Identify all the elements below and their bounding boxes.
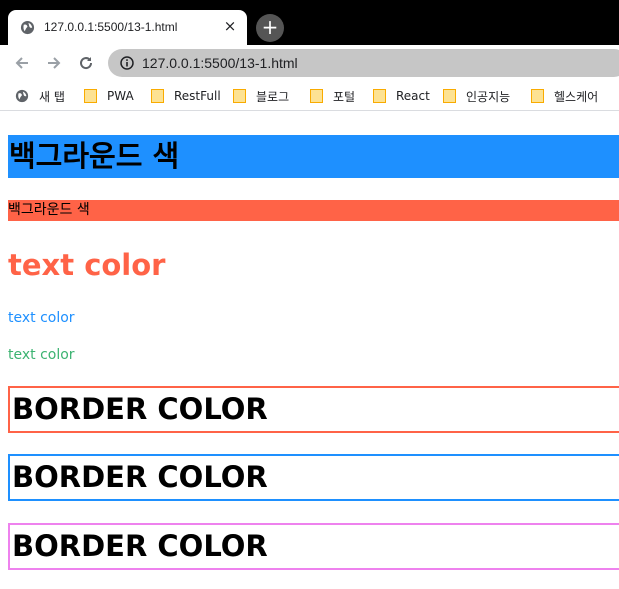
tab-title: 127.0.0.1:5500/13-1.html [44, 20, 178, 34]
bookmark-label: 블로그 [256, 89, 290, 104]
address-bar[interactable]: 127.0.0.1:5500/13-1.html [108, 49, 619, 77]
arrow-right-icon [48, 57, 61, 69]
folder-icon [373, 89, 386, 103]
folder-icon [443, 89, 456, 103]
arrow-left-icon [15, 57, 28, 69]
paragraph-background-color: 백그라운드 색 [8, 200, 619, 221]
close-tab-icon[interactable]: × [222, 16, 238, 36]
folder-icon [531, 89, 544, 103]
bookmark-label: PWA [107, 89, 134, 103]
globe-icon [15, 89, 29, 103]
bookmark-label: React [396, 89, 430, 103]
folder-icon [84, 89, 97, 103]
heading-border-tomato: BORDER COLOR [8, 386, 619, 433]
globe-icon [20, 20, 35, 35]
browser-tab[interactable]: 127.0.0.1:5500/13-1.html × [8, 10, 247, 45]
forward-button[interactable] [41, 50, 67, 76]
bookmark-blog[interactable]: 블로그 [233, 87, 289, 105]
page-viewport: 백그라운드 색 백그라운드 색 text color text color te… [0, 112, 619, 589]
heading-border-blue: BORDER COLOR [8, 454, 619, 501]
heading-background-color: 백그라운드 색 [8, 135, 619, 178]
folder-icon [151, 89, 164, 103]
bookmark-react[interactable]: React [373, 87, 430, 105]
bookmark-label: RestFull [174, 89, 221, 103]
bookmark-pwa[interactable]: PWA [84, 87, 134, 105]
reload-button[interactable] [73, 50, 99, 76]
tab-strip: 127.0.0.1:5500/13-1.html × + [0, 0, 619, 45]
paragraph-text-color-blue: text color [8, 310, 75, 326]
bookmark-ai[interactable]: 인공지능 [443, 87, 510, 105]
info-icon[interactable] [120, 56, 134, 70]
browser-toolbar: 127.0.0.1:5500/13-1.html [0, 45, 619, 81]
bookmark-label: 인공지능 [466, 89, 511, 104]
url-text: 127.0.0.1:5500/13-1.html [142, 55, 298, 71]
paragraph-text-color-green: text color [8, 347, 75, 363]
bookmarks-bar: 새 탭 PWA RestFull 블로그 포털 React 인공지능 헬스케어 [0, 81, 619, 111]
bookmark-label: 헬스케어 [554, 89, 599, 104]
back-button[interactable] [9, 50, 35, 76]
bookmark-portal[interactable]: 포털 [310, 87, 355, 105]
bookmark-restfull[interactable]: RestFull [151, 87, 221, 105]
new-tab-button[interactable]: + [256, 14, 284, 42]
bookmark-new-tab[interactable]: 새 탭 [15, 87, 65, 105]
folder-icon [310, 89, 323, 103]
reload-icon [80, 57, 93, 70]
heading-text-color: text color [8, 248, 166, 282]
bookmark-healthcare[interactable]: 헬스케어 [531, 87, 598, 105]
bookmark-label: 포털 [333, 89, 356, 104]
folder-icon [233, 89, 246, 103]
heading-border-violet: BORDER COLOR [8, 523, 619, 570]
bookmark-label: 새 탭 [39, 89, 65, 104]
